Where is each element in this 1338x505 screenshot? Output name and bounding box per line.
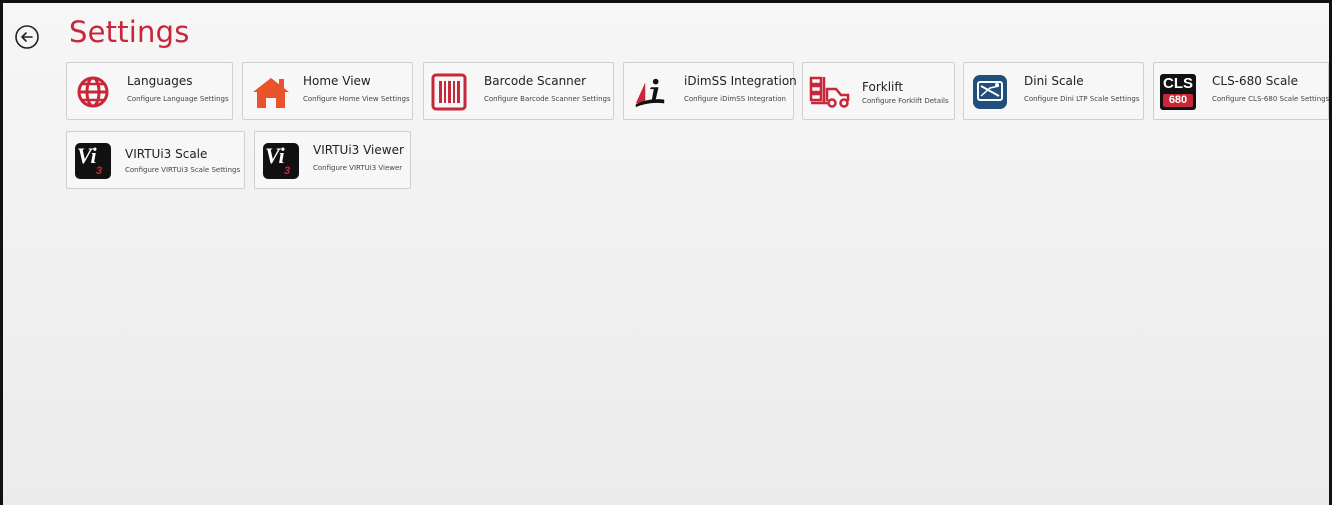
tile-barcode-scanner[interactable]: Barcode Scanner Configure Barcode Scanne… <box>423 62 614 120</box>
tile-subtitle: Configure Home View Settings <box>303 95 410 103</box>
tile-dini-scale[interactable]: Dini Scale Configure Dini LTP Scale Sett… <box>963 62 1144 120</box>
tile-title: Languages <box>127 74 193 88</box>
tile-forklift[interactable]: Forklift Configure Forklift Details <box>802 62 955 120</box>
cls-logo-text: CLS <box>1163 75 1193 92</box>
barcode-icon <box>431 73 467 111</box>
page-title: Settings <box>69 15 190 49</box>
cls-logo-number: 680 <box>1163 94 1193 107</box>
tile-title: VIRTUi3 Scale <box>125 147 208 161</box>
tile-subtitle: Configure Barcode Scanner Settings <box>484 95 611 103</box>
settings-page: Settings Languages Configure Language Se… <box>0 0 1332 505</box>
tile-home-view[interactable]: Home View Configure Home View Settings <box>242 62 413 120</box>
tile-title: CLS-680 Scale <box>1212 74 1299 88</box>
tile-subtitle: Configure Language Settings <box>127 95 229 103</box>
tile-subtitle: Configure iDimSS Integration <box>684 95 786 103</box>
tile-title: iDimSS Integration <box>684 74 797 88</box>
home-icon <box>249 74 293 110</box>
forklift-icon <box>808 74 852 110</box>
tile-subtitle: Configure VIRTUi3 Viewer <box>313 164 403 172</box>
tile-virtui3-scale[interactable]: Vi 3 VIRTUi3 Scale Configure VIRTUi3 Sca… <box>66 131 245 189</box>
virtui3-logo-text: Vi <box>265 143 285 168</box>
virtui3-logo-icon: Vi 3 <box>75 143 111 179</box>
idimss-logo-icon <box>632 74 668 110</box>
tile-cls-680-scale[interactable]: CLS 680 CLS-680 Scale Configure CLS-680 … <box>1153 62 1329 120</box>
tile-title: Forklift <box>862 80 904 94</box>
tile-subtitle: Configure Dini LTP Scale Settings <box>1024 95 1140 103</box>
tile-subtitle: Configure CLS-680 Scale Settings <box>1212 95 1330 103</box>
tile-idimss-integration[interactable]: iDimSS Integration Configure iDimSS Inte… <box>623 62 797 120</box>
tile-subtitle: Configure VIRTUi3 Scale Settings <box>125 166 241 174</box>
tile-title: Home View <box>303 74 371 88</box>
tile-subtitle: Configure Forklift Details <box>862 97 949 105</box>
tile-virtui3-viewer[interactable]: Vi 3 VIRTUi3 Viewer Configure VIRTUi3 Vi… <box>254 131 411 189</box>
virtui3-logo-sub: 3 <box>96 165 103 177</box>
tile-title: VIRTUi3 Viewer <box>313 143 404 157</box>
dini-scale-icon <box>972 74 1008 110</box>
virtui3-logo-text: Vi <box>77 143 97 168</box>
virtui3-logo-icon: Vi 3 <box>263 143 299 179</box>
globe-icon <box>75 74 111 110</box>
tile-languages[interactable]: Languages Configure Language Settings <box>66 62 233 120</box>
back-button[interactable] <box>13 23 41 51</box>
virtui3-logo-sub: 3 <box>284 165 291 177</box>
tile-title: Barcode Scanner <box>484 74 587 88</box>
tile-title: Dini Scale <box>1024 74 1084 88</box>
cls-680-logo-icon: CLS 680 <box>1160 74 1196 110</box>
back-circle-arrow-icon <box>15 25 39 49</box>
